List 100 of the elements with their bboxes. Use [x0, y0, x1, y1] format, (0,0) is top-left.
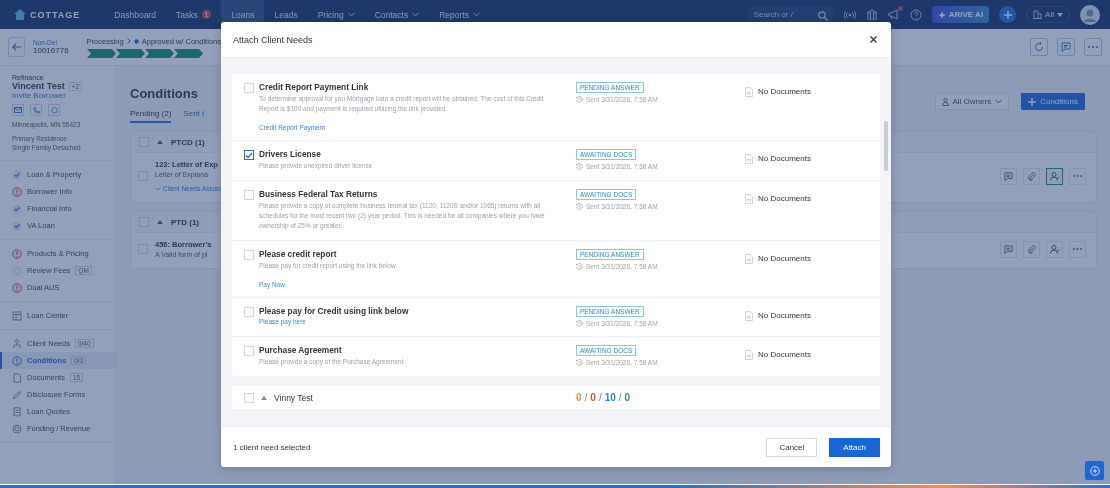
- attach-button[interactable]: [1023, 240, 1040, 258]
- nav-tab[interactable]: Dashboard: [104, 0, 166, 29]
- megaphone-icon[interactable]: [887, 9, 900, 20]
- comment-button[interactable]: [1000, 167, 1017, 185]
- count-value: 0: [590, 392, 596, 403]
- group-name: PTD (1): [171, 217, 199, 227]
- floating-action-button[interactable]: [1085, 461, 1104, 480]
- scrollbar-thumb[interactable]: [883, 121, 888, 171]
- owners-dropdown[interactable]: All Owners: [934, 93, 1010, 110]
- document-icon: [745, 194, 753, 204]
- search-icon: [817, 11, 828, 21]
- person-icon: [941, 97, 949, 106]
- broadcast-icon[interactable]: [843, 9, 856, 20]
- count-value: 0: [576, 392, 582, 403]
- notification-dot: [897, 6, 903, 11]
- document-icon: [745, 87, 753, 97]
- paperclip-icon: [1027, 244, 1036, 254]
- refresh-button[interactable]: [1030, 38, 1048, 56]
- tab[interactable]: Sent t: [183, 109, 205, 123]
- building-icon: [1033, 10, 1043, 19]
- need-title: Please pay for Credit using link below: [259, 306, 409, 316]
- add-button[interactable]: [999, 6, 1017, 23]
- comment-button[interactable]: [1057, 38, 1075, 56]
- more-button[interactable]: [1084, 38, 1102, 56]
- cancel-button[interactable]: Cancel: [766, 437, 818, 457]
- chevron-down-icon: [995, 99, 1003, 104]
- phone-icon: [32, 106, 40, 114]
- checkbox[interactable]: [244, 150, 254, 160]
- email-button[interactable]: [12, 104, 24, 116]
- documents-status: No Documents: [758, 254, 811, 263]
- refresh-icon: [1034, 42, 1044, 52]
- attach-button[interactable]: Attach: [829, 437, 880, 457]
- chevron-right-icon: [126, 38, 131, 44]
- back-button[interactable]: [8, 37, 25, 57]
- nav-tab[interactable]: Contacts: [364, 0, 430, 29]
- history-icon: [576, 96, 583, 103]
- caret-up-icon[interactable]: [157, 220, 163, 224]
- documents-status: No Documents: [758, 154, 811, 163]
- more-button[interactable]: [1069, 240, 1086, 258]
- borrower-group-name: Vinny Test: [274, 392, 313, 403]
- documents-status: No Documents: [758, 194, 811, 203]
- pen-icon: [12, 389, 22, 400]
- phone-button[interactable]: [30, 104, 42, 116]
- need-title: Business Federal Tax Returns: [259, 189, 379, 199]
- loan-number: 10016776: [33, 46, 69, 55]
- document-icon: [12, 372, 22, 383]
- person-check-icon: [1049, 244, 1060, 254]
- document-icon: [745, 311, 753, 321]
- plus-icon: [1028, 97, 1037, 106]
- comment-icon: [1004, 171, 1013, 181]
- alert-icon: [12, 355, 22, 366]
- arrow-left-icon: [11, 43, 22, 51]
- mail-icon: [14, 107, 22, 113]
- comment-icon: [1061, 42, 1071, 52]
- help-icon[interactable]: [909, 8, 922, 21]
- caret-down-icon: [1057, 12, 1063, 17]
- bank-icon[interactable]: [865, 9, 878, 20]
- plus-icon: [1003, 10, 1012, 19]
- paperclip-icon: [1027, 171, 1036, 181]
- documents-status: No Documents: [758, 87, 811, 96]
- avatar[interactable]: [1080, 4, 1100, 25]
- attach-button[interactable]: [1023, 167, 1040, 185]
- separator-slash: /: [618, 392, 622, 403]
- close-button[interactable]: [868, 34, 879, 45]
- modal-title: Attach Client Needs: [233, 34, 313, 45]
- sparkle-icon: [937, 10, 946, 19]
- comment-icon: [1004, 244, 1013, 254]
- invite-borrower-link[interactable]: Invite Borrower: [12, 91, 105, 100]
- logo-text: COTTAGE: [30, 9, 81, 20]
- documents-status: No Documents: [758, 311, 811, 320]
- count-value: 10: [604, 392, 616, 403]
- chevron-down-icon: [155, 186, 161, 191]
- need-title: Purchase Agreement: [259, 345, 343, 355]
- more-button[interactable]: [1069, 167, 1086, 185]
- tab[interactable]: Pending (2): [130, 109, 172, 123]
- ai-button[interactable]: ARIVE AI: [931, 6, 990, 23]
- add-conditions-button[interactable]: Conditions: [1021, 93, 1085, 110]
- separator-slash: /: [584, 392, 588, 403]
- document-icon: [745, 254, 753, 264]
- document-icon: [745, 154, 753, 164]
- nav-tab[interactable]: Reports: [429, 0, 490, 29]
- page-title: Conditions: [130, 86, 199, 101]
- caret-up-icon[interactable]: [261, 395, 267, 400]
- comment-button[interactable]: [1000, 240, 1017, 258]
- separator-slash: /: [598, 392, 602, 403]
- count-value: 0: [624, 392, 631, 403]
- caret-up-icon[interactable]: [157, 140, 163, 144]
- selection-count: 1 client need selected: [233, 442, 311, 452]
- nav-tab[interactable]: Pricing: [307, 0, 365, 29]
- close-icon: [870, 36, 877, 43]
- group-name: PTCD (1): [171, 137, 205, 147]
- history-icon: [576, 359, 583, 366]
- document-icon: [745, 350, 753, 360]
- need-title: Drivers License: [259, 149, 322, 159]
- need-title: Please credit report: [259, 249, 338, 259]
- plus-circle-icon: [1089, 465, 1100, 476]
- person-check-icon: [1049, 171, 1060, 181]
- history-icon: [576, 203, 583, 210]
- borrower-name: Vincent Test: [12, 81, 65, 91]
- assign-user-button[interactable]: [1046, 167, 1063, 185]
